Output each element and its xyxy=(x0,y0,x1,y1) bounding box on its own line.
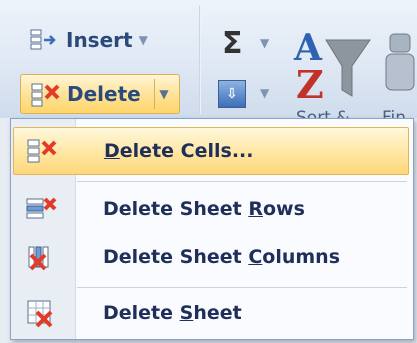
insert-cells-icon xyxy=(30,29,56,50)
autosum-icon[interactable]: Σ xyxy=(222,26,243,61)
menu-item-label: Delete Sheet Rows xyxy=(103,198,305,220)
insert-button[interactable]: Insert ▼ xyxy=(30,28,148,52)
menu-item-delete-cells[interactable]: Delete Cells... xyxy=(13,127,409,175)
menu-separator xyxy=(77,287,407,288)
insert-label: Insert xyxy=(66,28,133,52)
group-separator xyxy=(199,6,201,114)
delete-dropdown-menu: Delete Cells... Delete Sheet Rows Delete… xyxy=(10,118,414,340)
find-select-icon[interactable] xyxy=(380,28,417,98)
sort-filter-icon[interactable]: A Z xyxy=(292,26,372,106)
menu-item-delete-sheet-rows[interactable]: Delete Sheet Rows xyxy=(13,185,409,233)
fill-dropdown-icon[interactable]: ▼ xyxy=(260,86,269,100)
delete-cells-icon xyxy=(14,137,70,165)
access-key-d: D xyxy=(104,140,120,162)
delete-label: Delete xyxy=(67,82,141,106)
ribbon: Insert ▼ Delete ▼ Σ ▼ ⇩ ▼ A Z Sort & Fin xyxy=(0,0,417,128)
autosum-dropdown-icon[interactable]: ▼ xyxy=(260,36,269,50)
menu-separator xyxy=(77,181,407,182)
menu-item-delete-sheet-columns[interactable]: Delete Sheet Columns xyxy=(13,233,409,281)
menu-item-label: Delete Sheet Columns xyxy=(103,246,341,268)
menu-item-rest: elete Cells... xyxy=(119,140,254,162)
delete-rows-icon xyxy=(13,195,69,223)
menu-item-label: Delete Sheet xyxy=(103,302,242,324)
delete-button[interactable]: Delete ▼ xyxy=(20,74,180,114)
svg-text:Z: Z xyxy=(296,62,324,106)
insert-dropdown-icon[interactable]: ▼ xyxy=(139,33,148,47)
cells-group: Insert ▼ Delete ▼ xyxy=(0,0,196,118)
delete-columns-icon xyxy=(13,243,69,271)
delete-sheet-icon xyxy=(13,298,69,328)
fill-icon[interactable]: ⇩ xyxy=(218,80,246,108)
menu-item-delete-sheet[interactable]: Delete Sheet xyxy=(13,289,409,337)
delete-dropdown-icon[interactable]: ▼ xyxy=(154,79,173,109)
delete-cells-icon xyxy=(31,83,60,107)
menu-item-label: Delete Cells... xyxy=(104,140,253,162)
